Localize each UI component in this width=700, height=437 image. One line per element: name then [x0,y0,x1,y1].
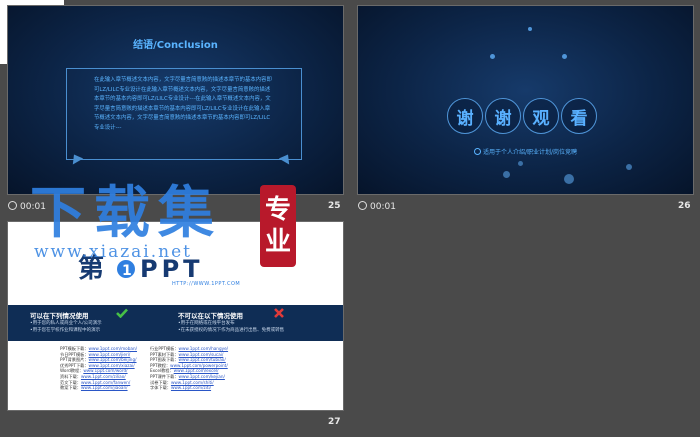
seal-char: 专 [264,195,291,225]
watermark-title: 下载集 [30,180,222,246]
can-use-line: •用于您的私人或商业个人/公司演示 [30,321,102,326]
thanks-char-4: 看 [561,98,597,134]
link-label: 节日PPT模板： [60,351,89,357]
decorative-dot [564,174,574,184]
cross-icon [274,308,284,318]
link-label: PPT素材下载： [150,351,179,357]
thanks-char-3: 观 [523,98,559,134]
link-label: Excel教程： [150,368,174,374]
decorative-dot [490,54,495,59]
slide-number-26: 26 [678,201,691,211]
check-icon [116,308,128,318]
link-list-left: PPT模板下载：www.1ppt.com/moban/节日PPT模板：www.1… [60,346,137,391]
link-url[interactable]: www.1ppt.com/sucai/ [179,352,224,357]
clock-icon [358,201,367,210]
link-url[interactable]: www.1ppt.com/shiti/ [171,380,214,385]
slide-thumbnail-26[interactable] [357,5,694,195]
watermark-url: www.xiazai.net [34,242,192,262]
link-label: PPT图表下载： [150,357,179,363]
seal-char: 业 [264,227,291,257]
slide-caption-row: 适用于个人介绍/职业计划/岗位竞聘 [357,147,694,156]
link-url[interactable]: www.1ppt.com/excel/ [174,368,219,373]
can-use-line: •用于您在学校作业和课程中的演示 [30,328,101,333]
decorative-dot [626,164,632,170]
link-label: 试卷下载： [150,379,171,385]
link-label: 资料下载： [60,373,81,379]
slide-caption: 适用于个人介绍/职业计划/岗位竞聘 [482,149,578,156]
link-url[interactable]: www.1ppt.com/tubiao/ [179,357,226,362]
link-label: 范文下载： [60,379,81,385]
link-url[interactable]: www.1ppt.com/fanwen/ [81,380,130,385]
slide-number-27: 27 [328,417,341,427]
slide-thumbnail-25[interactable]: 结语/Conclusion 在此输入章节概述文本内容，文字尽量言简意赅的描述本章… [7,5,344,195]
link-label: 教案下载： [60,385,81,391]
link-url[interactable]: www.1ppt.com/hangye/ [179,346,229,351]
radio-dot-icon [473,148,481,155]
link-url[interactable]: www.1ppt.com/jieri/ [89,352,131,357]
cannot-use-heading: 不可以在以下情况使用 [178,312,243,320]
slide-body-text: 在此输入章节概述文本内容，文字尽量言简意赅的描述本章节的基本内容即可LZ/LIL… [94,77,272,131]
thanks-char-1: 谢 [447,98,483,134]
link-label: PPT模板下载： [60,346,89,351]
link-url[interactable]: www.1ppt.com/jiaoan/ [81,385,128,390]
svg-text:1: 1 [122,263,132,279]
watermark-seal: 专 业 [260,185,296,267]
can-use-heading: 可以在下列情况使用 [30,312,89,320]
link-url[interactable]: www.1ppt.com/ziliao/ [81,374,126,379]
link-label: PPT课件下载： [150,373,179,379]
brand-url: HTTP://WWW.1PPT.COM [172,281,241,287]
link-row: 字体下载：www.1ppt.com/ziti/ [150,385,228,391]
link-url[interactable]: www.1ppt.com/moban/ [89,346,137,351]
usage-band: 可以在下列情况使用 •用于您的私人或商业个人/公司演示 •用于您在学校作业和课程… [8,305,343,341]
clock-icon [8,201,17,210]
decorative-dot [518,161,523,166]
cannot-use-line: •用于在网络或在线平台发布 [178,321,235,326]
thanks-char-2: 谢 [485,98,521,134]
cannot-use-line: •在未获授权的情况下作为商品进行出售、免费或转售 [178,328,285,333]
link-label: PPT背景图片： [60,357,89,363]
link-url[interactable]: www.1ppt.com/beijing/ [89,357,137,362]
link-label: 行业PPT模板： [150,346,179,351]
decorative-dot [562,54,567,59]
slide-title: 结语/Conclusion [133,40,218,51]
link-label: 字体下载： [150,385,171,391]
link-url[interactable]: www.1ppt.com/ziti/ [171,385,211,390]
link-url[interactable]: www.1ppt.com/word/ [83,368,127,373]
link-label: Word教程： [60,368,84,374]
decorative-dot [528,27,532,31]
decorative-dot [503,171,510,178]
slide-timing-26: 00:01 [358,201,396,212]
link-row: 教案下载：www.1ppt.com/jiaoan/ [60,385,137,391]
slide-number-25: 25 [328,201,341,211]
link-list-right: 行业PPT模板：www.1ppt.com/hangye/PPT素材下载：www.… [150,346,228,391]
link-url[interactable]: www.1ppt.com/kejian/ [179,374,225,379]
